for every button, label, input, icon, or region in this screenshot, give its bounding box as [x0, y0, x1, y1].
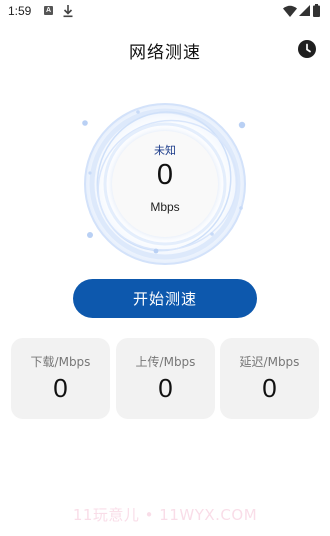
download-card: 下载/Mbps 0	[11, 338, 110, 419]
gauge-status: 未知	[154, 144, 176, 157]
history-button[interactable]	[298, 40, 316, 58]
gauge-dot	[136, 110, 140, 114]
status-time: 1:59	[8, 4, 32, 18]
clock-icon	[306, 43, 311, 53]
latency-value: 0	[262, 373, 277, 403]
signal-icon	[299, 5, 310, 16]
gauge-dot	[238, 121, 246, 129]
battery-icon	[313, 4, 320, 17]
download-icon	[63, 5, 73, 18]
latency-label: 延迟/Mbps	[239, 355, 300, 369]
status-bar: 1:59 A	[0, 0, 330, 24]
gauge-value: 0	[156, 159, 174, 191]
download-value: 0	[53, 373, 68, 403]
gauge-dot	[87, 232, 93, 238]
watermark: 11玩意儿 • 11WYX.COM	[72, 506, 258, 524]
latency-card: 延迟/Mbps 0	[220, 338, 319, 419]
gauge-dot	[153, 248, 159, 254]
page-title: 网络测速	[129, 43, 201, 63]
gauge-unit: Mbps	[150, 200, 180, 214]
gauge-dot	[210, 232, 214, 236]
wifi-icon	[283, 5, 297, 17]
a-notification-icon: A	[44, 6, 53, 15]
start-test-button[interactable]: 开始测速	[73, 279, 257, 318]
gauge-dot	[82, 120, 88, 126]
download-label: 下载/Mbps	[30, 355, 91, 369]
speed-gauge: 未知 0 Mbps	[73, 88, 257, 272]
upload-card: 上传/Mbps 0	[116, 338, 215, 419]
upload-label: 上传/Mbps	[135, 355, 196, 369]
upload-value: 0	[158, 373, 173, 403]
